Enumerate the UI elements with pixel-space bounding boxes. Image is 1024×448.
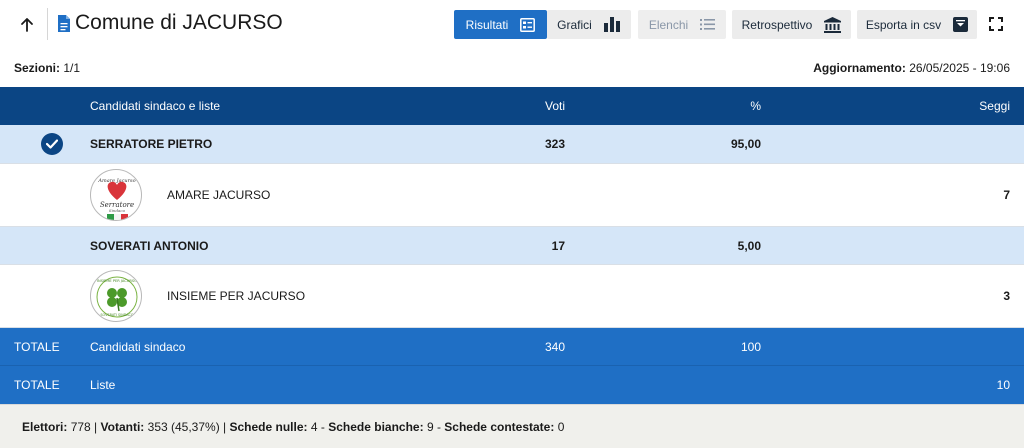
votanti-label: Votanti: bbox=[100, 420, 145, 434]
nulle-value: 4 bbox=[310, 420, 318, 434]
candidate-perc: 5,00 bbox=[737, 238, 761, 253]
bianche-value: 9 bbox=[426, 420, 434, 434]
total-perc bbox=[680, 366, 761, 404]
total-seggi bbox=[900, 328, 1010, 365]
list-name: AMARE JACURSO bbox=[167, 188, 271, 202]
contestate-value: 0 bbox=[557, 420, 565, 434]
risultati-label: Risultati bbox=[465, 17, 509, 32]
list-row[interactable]: INSIEME PER JACURSO SOVERATI SINDACO INS… bbox=[0, 265, 1024, 328]
logo-text-bot: Sindaco bbox=[109, 208, 126, 213]
grafici-label: Grafici bbox=[557, 17, 592, 32]
column-header-name: Candidati sindaco e liste bbox=[90, 99, 221, 113]
footer-summary: Elettori: 778 | Votanti: 353 (45,37%) | … bbox=[0, 404, 1024, 448]
esporta-label: Esporta in csv bbox=[865, 17, 942, 32]
list-row[interactable]: Amare Jacurso Serratore Sindaco AMARE JA… bbox=[0, 164, 1024, 227]
column-header-voti: Voti bbox=[544, 99, 565, 113]
aggiornamento-value: 26/05/2025 - 19:06 bbox=[909, 61, 1010, 75]
candidate-voti: 17 bbox=[551, 238, 565, 253]
arrow-up-icon[interactable] bbox=[16, 14, 38, 36]
sezioni-info: Sezioni: 1/1 bbox=[14, 61, 80, 75]
toolbar-divider bbox=[47, 8, 48, 40]
retrospettivo-label: Retrospettivo bbox=[741, 17, 813, 32]
logo-text-top: Amare Jacurso bbox=[97, 178, 135, 184]
summary-text: Elettori: 778 | Votanti: 353 (45,37%) | … bbox=[22, 420, 565, 434]
total-seggi: 10 bbox=[996, 378, 1010, 392]
risultati-button[interactable]: Risultati bbox=[454, 10, 547, 39]
grafici-button[interactable]: Grafici bbox=[547, 10, 631, 39]
list-seggi: 7 bbox=[1003, 188, 1010, 202]
bianche-label: Schede bianche: bbox=[328, 420, 424, 434]
nulle-label: Schede nulle: bbox=[229, 420, 308, 434]
list-seggi: 3 bbox=[1003, 289, 1010, 303]
total-voti: 340 bbox=[544, 339, 565, 354]
document-icon bbox=[57, 14, 71, 33]
list-logo: Amare Jacurso Serratore Sindaco bbox=[90, 169, 142, 221]
bar-chart-icon bbox=[603, 17, 621, 32]
list-card-icon bbox=[520, 17, 536, 32]
votanti-value: 353 (45,37%) bbox=[147, 420, 220, 434]
aggiornamento-label: Aggiornamento: bbox=[813, 61, 906, 75]
total-perc: 100 bbox=[740, 339, 761, 354]
candidate-name: SOVERATI ANTONIO bbox=[90, 238, 209, 253]
sezioni-label: Sezioni: bbox=[14, 61, 61, 75]
column-header-perc: % bbox=[750, 99, 761, 113]
total-name: Candidati sindaco bbox=[90, 339, 186, 354]
bank-icon bbox=[824, 16, 842, 33]
elettori-label: Elettori: bbox=[22, 420, 68, 434]
elenchi-button[interactable]: Elenchi bbox=[638, 10, 726, 39]
fullscreen-icon[interactable] bbox=[988, 16, 1004, 32]
esporta-csv-button[interactable]: Esporta in csv bbox=[857, 10, 977, 39]
candidate-voti: 323 bbox=[544, 137, 565, 151]
total-voti bbox=[480, 366, 565, 404]
toolbar: Comune di JACURSO Risultati Grafici Elen… bbox=[0, 0, 1024, 48]
total-row: TOTALE Liste 10 bbox=[0, 366, 1024, 404]
list-icon bbox=[700, 19, 716, 30]
download-box-icon bbox=[953, 17, 969, 32]
page-title: Comune di JACURSO bbox=[75, 11, 283, 34]
elettori-value: 778 bbox=[70, 420, 91, 434]
retrospettivo-button[interactable]: Retrospettivo bbox=[732, 10, 851, 39]
logo-text-bot: SOVERATI SINDACO bbox=[100, 313, 134, 317]
meta-row: Sezioni: 1/1 Aggiornamento: 26/05/2025 -… bbox=[0, 58, 1024, 78]
check-circle-icon bbox=[41, 133, 63, 155]
contestate-label: Schede contestate: bbox=[444, 420, 555, 434]
candidate-row[interactable]: SERRATORE PIETRO 323 95,00 bbox=[0, 125, 1024, 164]
table-header: Candidati sindaco e liste Voti % Seggi bbox=[0, 87, 1024, 125]
list-name: INSIEME PER JACURSO bbox=[167, 289, 306, 303]
aggiornamento-info: Aggiornamento: 26/05/2025 - 19:06 bbox=[813, 61, 1010, 75]
candidate-perc: 95,00 bbox=[730, 137, 761, 151]
total-label: TOTALE bbox=[14, 339, 60, 354]
total-label: TOTALE bbox=[14, 378, 60, 392]
sezioni-value: 1/1 bbox=[63, 61, 81, 75]
list-logo: INSIEME PER JACURSO SOVERATI SINDACO bbox=[90, 270, 142, 322]
elenchi-label: Elenchi bbox=[648, 17, 689, 32]
total-row: TOTALE Candidati sindaco 340 100 bbox=[0, 328, 1024, 366]
total-name: Liste bbox=[90, 378, 116, 392]
logo-text-top: INSIEME PER JACURSO bbox=[97, 279, 137, 283]
column-header-seggi: Seggi bbox=[979, 99, 1010, 113]
candidate-name: SERRATORE PIETRO bbox=[90, 137, 213, 151]
candidate-row[interactable]: SOVERATI ANTONIO 17 5,00 bbox=[0, 227, 1024, 265]
